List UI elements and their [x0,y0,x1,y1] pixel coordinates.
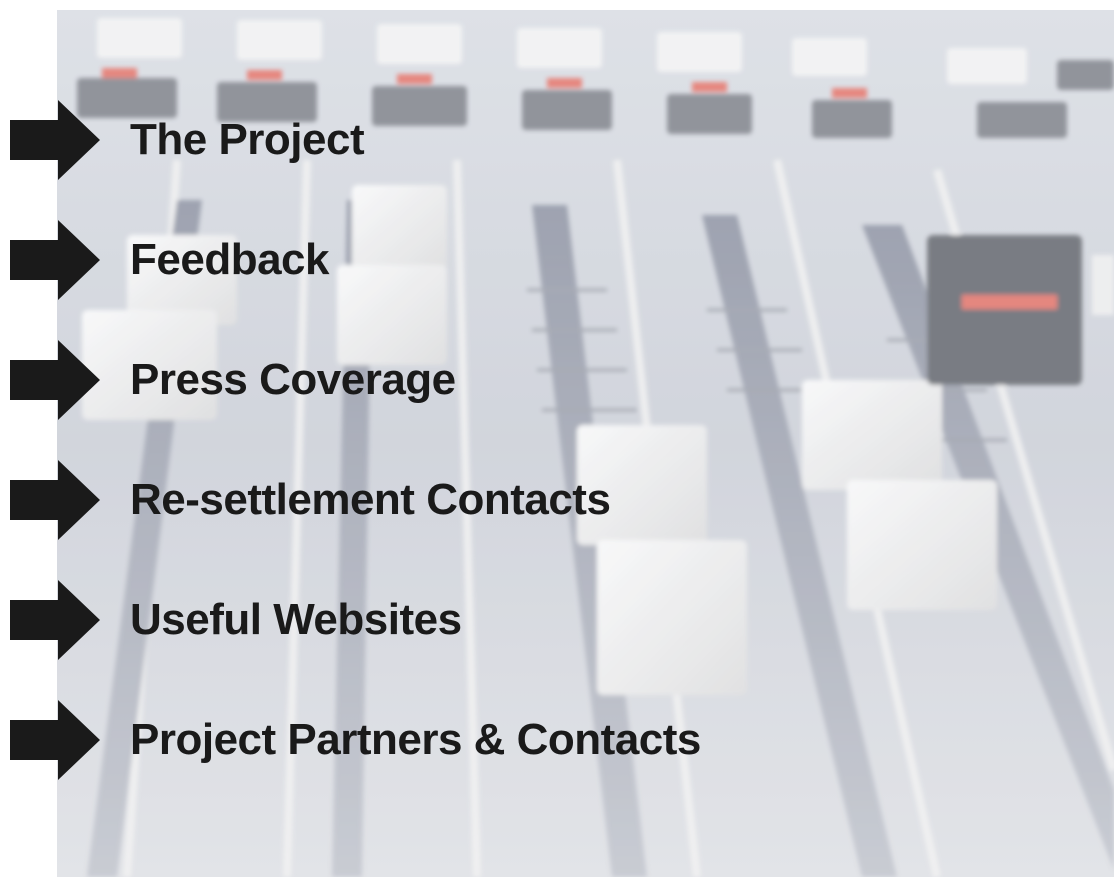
right-arrow-icon [10,340,100,420]
main-navigation-menu: The Project Feedback Press Coverage Re-s… [0,0,1114,877]
nav-item-label: The Project [130,115,365,164]
right-arrow-icon [10,700,100,780]
right-arrow-icon [10,220,100,300]
nav-item-label: Project Partners & Contacts [130,715,701,764]
page: The Project Feedback Press Coverage Re-s… [0,0,1114,877]
nav-item-label: Useful Websites [130,595,462,644]
nav-item-label: Feedback [130,235,329,284]
nav-item-label: Press Coverage [130,355,456,404]
right-arrow-icon [10,100,100,180]
right-arrow-icon [10,460,100,540]
nav-item-label: Re-settlement Contacts [130,475,611,524]
right-arrow-icon [10,580,100,660]
